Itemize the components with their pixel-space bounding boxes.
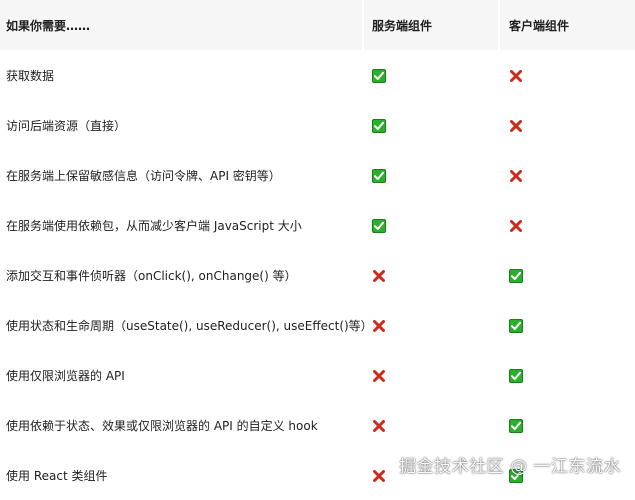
row-label-cell: 访问后端资源（直接） <box>0 100 362 150</box>
client-support-cell <box>500 350 635 400</box>
server-support-cell <box>364 100 498 150</box>
row-label-cell: 获取数据 <box>0 50 362 100</box>
check-icon <box>509 418 523 433</box>
row-label: 使用状态和生命周期（useState(), useReducer(), useE… <box>6 318 373 333</box>
server-support-cell <box>364 200 498 250</box>
row-label-cell: 添加交互和事件侦听器（onClick(), onChange() 等） <box>0 250 362 300</box>
table-row: 获取数据 <box>0 50 635 100</box>
cross-icon <box>509 218 523 232</box>
server-support-cell <box>364 300 498 350</box>
header-server-cell: 服务端组件 <box>364 0 498 50</box>
table-row: 在服务端上保留敏感信息（访问令牌、API 密钥等） <box>0 150 635 200</box>
client-support-cell <box>500 400 635 450</box>
header-client-cell: 客户端组件 <box>500 0 635 50</box>
server-support-cell <box>364 150 498 200</box>
cross-icon <box>372 268 386 282</box>
row-label: 使用仅限浏览器的 API <box>6 368 125 383</box>
check-icon <box>509 318 523 333</box>
row-label-cell: 使用依赖于状态、效果或仅限浏览器的 API 的自定义 hook <box>0 400 362 450</box>
table-row: 添加交互和事件侦听器（onClick(), onChange() 等） <box>0 250 635 300</box>
client-support-cell <box>500 300 635 350</box>
table-row: 访问后端资源（直接） <box>0 100 635 150</box>
server-support-cell <box>364 350 498 400</box>
client-support-cell <box>500 100 635 150</box>
cross-icon <box>509 118 523 132</box>
header-need-cell: 如果你需要…… <box>0 0 362 50</box>
client-support-cell <box>500 250 635 300</box>
server-support-cell <box>364 250 498 300</box>
row-label-cell: 使用状态和生命周期（useState(), useReducer(), useE… <box>0 300 373 350</box>
row-label-cell: 使用仅限浏览器的 API <box>0 350 362 400</box>
row-label: 访问后端资源（直接） <box>6 118 127 133</box>
row-label: 获取数据 <box>6 68 55 83</box>
server-support-cell <box>364 400 498 450</box>
table-row: 使用状态和生命周期（useState(), useReducer(), useE… <box>0 300 635 350</box>
check-icon <box>509 268 523 283</box>
header-server-label: 服务端组件 <box>372 18 433 33</box>
check-icon <box>372 118 386 133</box>
watermark-text: 掘金技术社区 @ 一江东流水 <box>399 457 621 477</box>
header-client-label: 客户端组件 <box>509 18 570 33</box>
cross-icon <box>509 68 523 82</box>
check-icon <box>372 68 386 83</box>
table-header-row: 如果你需要…… 服务端组件 客户端组件 <box>0 0 635 50</box>
row-label: 在服务端使用依赖包，从而减少客户端 JavaScript 大小 <box>6 218 302 233</box>
row-label: 使用 React 类组件 <box>6 468 108 483</box>
comparison-table: 如果你需要…… 服务端组件 客户端组件 获取数据访问后端资源（直接） 在服务端上保… <box>0 0 635 493</box>
table-row: 使用仅限浏览器的 API <box>0 350 635 400</box>
cross-icon <box>372 318 386 332</box>
table-row: 使用依赖于状态、效果或仅限浏览器的 API 的自定义 hook <box>0 400 635 450</box>
table-row: 在服务端使用依赖包，从而减少客户端 JavaScript 大小 <box>0 200 635 250</box>
row-label-cell: 在服务端使用依赖包，从而减少客户端 JavaScript 大小 <box>0 200 362 250</box>
row-label: 添加交互和事件侦听器（onClick(), onChange() 等） <box>6 268 297 283</box>
client-support-cell <box>500 150 635 200</box>
check-icon <box>372 218 386 233</box>
cross-icon <box>372 418 386 432</box>
row-label: 在服务端上保留敏感信息（访问令牌、API 密钥等） <box>6 168 281 183</box>
header-need-label: 如果你需要…… <box>6 18 91 33</box>
client-support-cell <box>500 200 635 250</box>
check-icon <box>509 368 523 383</box>
check-icon <box>372 168 386 183</box>
server-support-cell <box>364 50 498 100</box>
client-support-cell <box>500 50 635 100</box>
cross-icon <box>372 368 386 382</box>
cross-icon <box>509 168 523 182</box>
row-label: 使用依赖于状态、效果或仅限浏览器的 API 的自定义 hook <box>6 418 318 433</box>
row-label-cell: 在服务端上保留敏感信息（访问令牌、API 密钥等） <box>0 150 362 200</box>
cross-icon <box>372 468 386 482</box>
